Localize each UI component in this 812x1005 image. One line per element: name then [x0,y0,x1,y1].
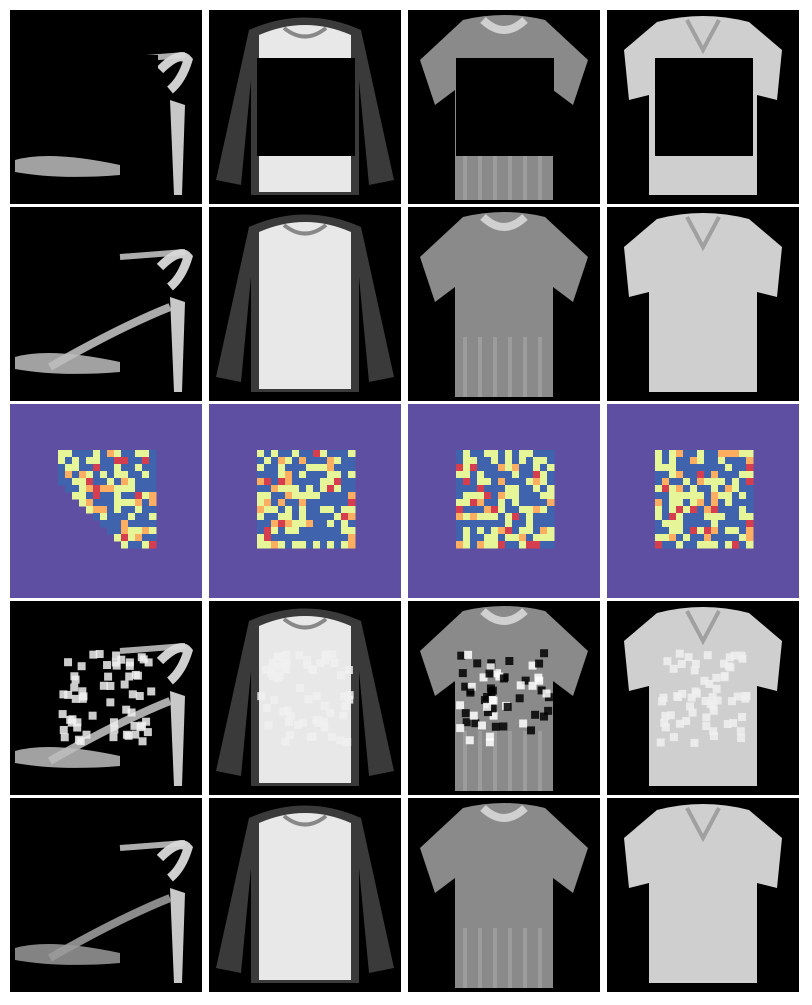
reconstruction-c-long-sleeve-top-tile [209,798,401,992]
reconstruction-c-t-shirt-image [408,798,600,992]
masked-input-shirt-image [607,10,799,204]
masked-input-sandal-image [10,10,202,204]
heatmap-shirt-image [607,404,799,598]
reconstruction-a-t-shirt-image [408,207,600,401]
reconstruction-b-long-sleeve-top-tile [209,601,401,795]
reconstruction-c-long-sleeve-top-image [209,798,401,992]
heatmap-t-shirt-image [408,404,600,598]
image-grid [0,0,812,1005]
reconstruction-b-sandal-image [10,601,202,795]
heatmap-t-shirt-tile [408,404,600,598]
heatmap-sandal-image [10,404,202,598]
reconstruction-b-long-sleeve-top-image [209,601,401,795]
reconstruction-a-shirt-tile [607,207,799,401]
heatmap-long-sleeve-top-image [209,404,401,598]
masked-input-shirt-tile [607,10,799,204]
reconstruction-a-sandal-image [10,207,202,401]
reconstruction-c-shirt-tile [607,798,799,992]
masked-input-t-shirt-image [408,10,600,204]
heatmap-shirt-tile [607,404,799,598]
reconstruction-a-t-shirt-tile [408,207,600,401]
reconstruction-a-long-sleeve-top-image [209,207,401,401]
heatmap-sandal-tile [10,404,202,598]
reconstruction-b-shirt-tile [607,601,799,795]
reconstruction-c-t-shirt-tile [408,798,600,992]
reconstruction-b-t-shirt-tile [408,601,600,795]
masked-input-t-shirt-tile [408,10,600,204]
reconstruction-c-shirt-image [607,798,799,992]
reconstruction-b-t-shirt-image [408,601,600,795]
reconstruction-c-sandal-image [10,798,202,992]
reconstruction-c-sandal-tile [10,798,202,992]
reconstruction-b-shirt-image [607,601,799,795]
heatmap-long-sleeve-top-tile [209,404,401,598]
reconstruction-a-long-sleeve-top-tile [209,207,401,401]
masked-input-sandal-tile [10,10,202,204]
reconstruction-a-sandal-tile [10,207,202,401]
masked-input-long-sleeve-top-image [209,10,401,204]
reconstruction-a-shirt-image [607,207,799,401]
masked-input-long-sleeve-top-tile [209,10,401,204]
reconstruction-b-sandal-tile [10,601,202,795]
